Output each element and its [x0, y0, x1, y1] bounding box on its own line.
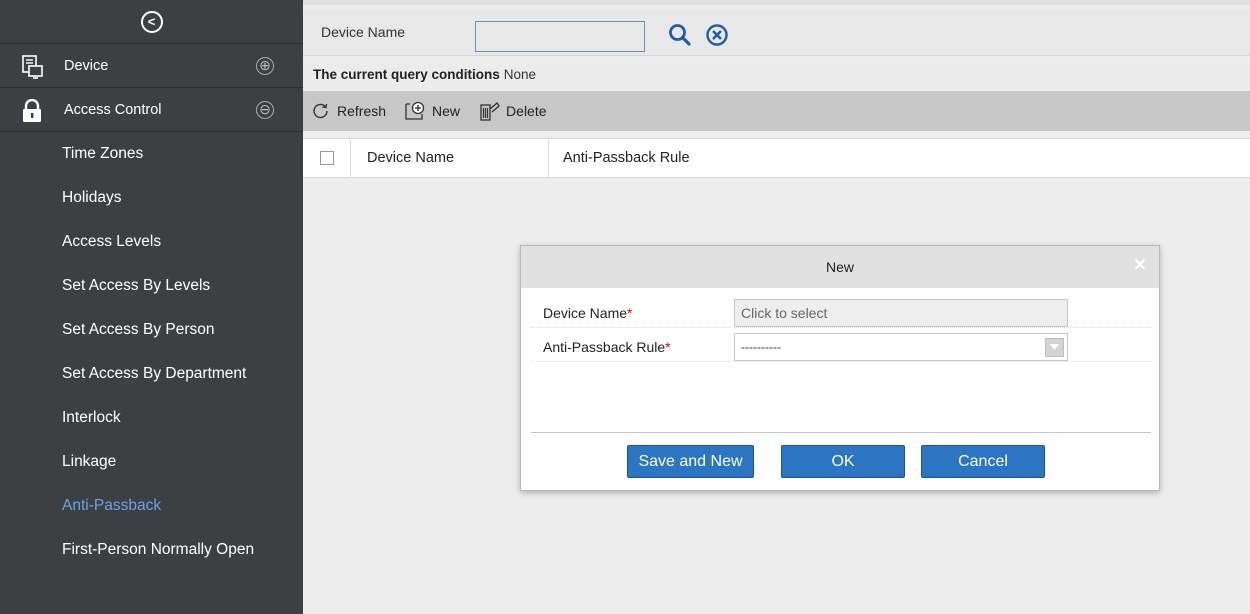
dropdown-arrow-icon[interactable]: [1045, 337, 1064, 357]
delete-button[interactable]: Delete: [478, 101, 547, 121]
menu-device[interactable]: Device ⊕: [0, 44, 303, 88]
ok-button[interactable]: OK: [781, 445, 905, 478]
query-bar: Device Name: [303, 10, 1250, 56]
sidebar-item-set-access-by-person[interactable]: Set Access By Person: [0, 308, 303, 352]
device-icon: [22, 55, 43, 79]
save-and-new-button[interactable]: Save and New: [627, 445, 754, 478]
sidebar-item-linkage[interactable]: Linkage: [0, 440, 303, 484]
clear-icon[interactable]: [705, 23, 729, 47]
new-button[interactable]: New: [404, 101, 460, 121]
sidebar-item-set-access-by-levels[interactable]: Set Access By Levels: [0, 264, 303, 308]
delete-icon: [480, 102, 500, 121]
device-name-field[interactable]: Click to select: [734, 298, 1068, 327]
new-icon: [405, 101, 425, 120]
column-header-anti-passback-rule[interactable]: Anti-Passback Rule: [549, 139, 1250, 177]
sidebar-item-set-access-by-department[interactable]: Set Access By Department: [0, 352, 303, 396]
close-icon[interactable]: ✕: [1131, 257, 1149, 275]
device-name-placeholder: Click to select: [741, 304, 828, 321]
required-marker: *: [665, 338, 671, 355]
toolbar: Refresh New Delete: [303, 91, 1250, 131]
form-row-anti-passback-rule: Anti-Passback Rule* ----------: [531, 332, 1151, 362]
new-dialog: New ✕ Device Name* Click to select Anti-…: [520, 245, 1160, 491]
expand-icon[interactable]: ⊕: [256, 57, 274, 75]
table-header: Device Name Anti-Passback Rule: [303, 138, 1250, 178]
column-header-device-name[interactable]: Device Name: [351, 139, 549, 177]
device-name-label: Device Name*: [543, 304, 633, 321]
menu-access-control[interactable]: Access Control ⊖: [0, 88, 303, 132]
dialog-divider: [531, 432, 1151, 433]
dialog-title: New: [825, 259, 854, 275]
query-conditions: The current query conditions None: [303, 57, 1250, 91]
lock-icon: [23, 99, 41, 122]
sidebar-item-time-zones[interactable]: Time Zones: [0, 132, 303, 176]
new-label: New: [432, 103, 461, 119]
form-row-device-name: Device Name* Click to select: [531, 298, 1151, 328]
delete-label: Delete: [506, 103, 547, 119]
anti-passback-rule-value: ----------: [741, 339, 781, 354]
menu-device-label: Device: [64, 57, 109, 74]
search-icon[interactable]: [667, 22, 693, 48]
cancel-button[interactable]: Cancel: [921, 445, 1045, 478]
anti-passback-rule-label: Anti-Passback Rule*: [543, 338, 671, 355]
select-all-cell: [303, 139, 351, 177]
sidebar-item-interlock[interactable]: Interlock: [0, 396, 303, 440]
menu-access-control-label: Access Control: [64, 101, 162, 118]
sidebar: < Device ⊕ Access Control ⊖ Time Zones H…: [0, 0, 303, 614]
collapse-icon[interactable]: ⊖: [256, 101, 274, 119]
query-label: Device Name: [321, 24, 406, 40]
dialog-title-bar[interactable]: New ✕: [521, 246, 1159, 288]
sidebar-item-anti-passback[interactable]: Anti-Passback: [0, 484, 303, 528]
required-marker: *: [627, 304, 633, 321]
anti-passback-rule-select[interactable]: ----------: [734, 332, 1068, 361]
collapse-sidebar-icon[interactable]: <: [140, 10, 163, 33]
refresh-label: Refresh: [337, 103, 387, 119]
sidebar-collapse-row: <: [0, 0, 303, 44]
query-conditions-label: The current query conditions: [313, 66, 500, 82]
device-name-search-input[interactable]: [475, 21, 645, 52]
refresh-icon: [313, 103, 328, 119]
sidebar-item-holidays[interactable]: Holidays: [0, 176, 303, 220]
query-conditions-value: None: [503, 66, 537, 82]
sidebar-item-first-person-normally-open[interactable]: First-Person Normally Open: [0, 528, 303, 572]
sidebar-item-access-levels[interactable]: Access Levels: [0, 220, 303, 264]
refresh-button[interactable]: Refresh: [311, 101, 386, 121]
select-all-checkbox[interactable]: [319, 151, 334, 165]
